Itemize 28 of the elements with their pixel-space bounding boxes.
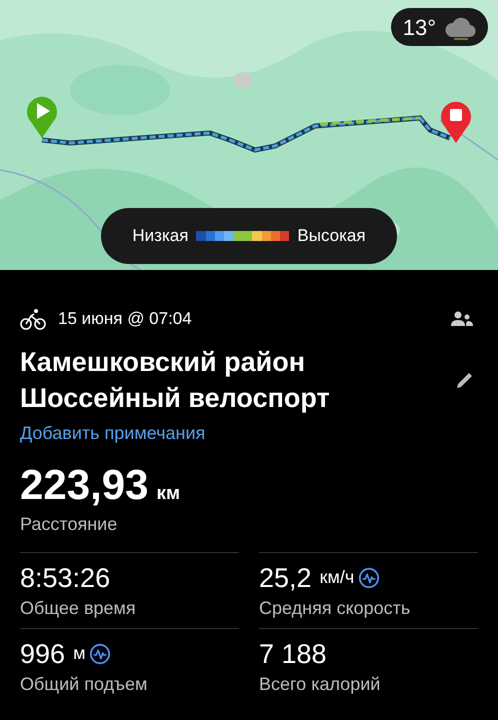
- activity-title: Камешковский район: [20, 346, 306, 379]
- stat-value: 7 188: [259, 638, 327, 670]
- stat-value: 8:53:26: [20, 562, 110, 594]
- add-notes-link[interactable]: Добавить примечания: [20, 420, 206, 446]
- stat-label: Общее время: [20, 596, 137, 620]
- stat-label: Всего калорий: [259, 672, 382, 696]
- stat-label: Средняя скорость: [259, 596, 412, 620]
- activity-date: 15 июня @ 07:04: [58, 308, 192, 330]
- stat-unit: км/ч: [320, 566, 354, 589]
- stat-unit: м: [73, 642, 86, 665]
- distance-value: 223,93: [20, 460, 148, 510]
- stat-value: 996: [20, 638, 66, 670]
- pulse-chart-icon[interactable]: [358, 566, 380, 588]
- cyclist-icon: [20, 308, 46, 330]
- finish-pin-icon: [439, 99, 473, 143]
- distance-unit: км: [156, 482, 180, 506]
- legend-low-label: Низкая: [132, 225, 188, 248]
- temperature: 13°: [402, 14, 436, 42]
- people-icon[interactable]: [451, 310, 473, 327]
- legend-high-label: Высокая: [297, 225, 366, 248]
- stat-label: Общий подъем: [20, 672, 148, 696]
- weather-badge[interactable]: 13°: [390, 8, 488, 46]
- distance-label: Расстояние: [20, 512, 118, 536]
- stat-value: 25,2: [259, 562, 312, 594]
- pulse-chart-icon[interactable]: [89, 642, 112, 664]
- pencil-icon[interactable]: [456, 370, 474, 388]
- start-pin-icon: [25, 94, 59, 138]
- activity-title: Шоссейный велоспорт: [20, 382, 330, 415]
